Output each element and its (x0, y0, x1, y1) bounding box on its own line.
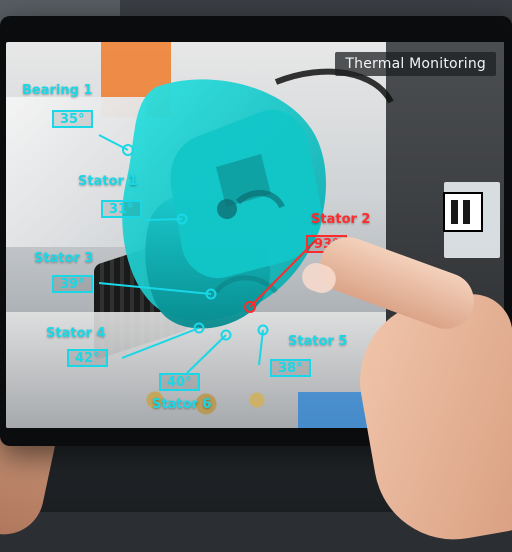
tablet-bezel (0, 16, 512, 42)
hand-palm (347, 287, 512, 552)
right-hand (298, 229, 512, 552)
